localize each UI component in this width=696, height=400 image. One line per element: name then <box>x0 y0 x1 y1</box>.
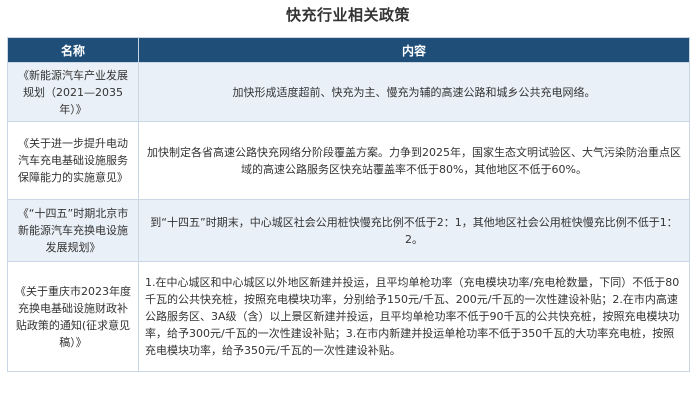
column-header-name: 名称 <box>7 37 139 63</box>
policy-table: 名称 内容 《新能源汽车产业发展规划（2021—2035年）》 加快形成适度超前… <box>7 37 690 372</box>
policy-content: 加快制定各省高速公路快充网络分阶段覆盖方案。力争到2025年，国家生态文明试验区… <box>138 121 690 200</box>
table-row: 《“十四五”时期北京市新能源汽车充换电设施发展规划》 到“十四五”时期末，中心城… <box>7 199 690 262</box>
policy-name: 《关于重庆市2023年度充换电基础设施财政补贴政策的通知(征求意见稿）》 <box>7 261 139 372</box>
policy-content: 加快形成适度超前、快充为主、慢充为辅的高速公路和城乡公共充电网络。 <box>138 62 690 122</box>
policy-content: 1.在中心城区和中心城区以外地区新建并投运，且平均单枪功率（充电模块功率/充电枪… <box>138 261 690 372</box>
policy-name: 《关于进一步提升电动汽车充电基础设施服务保障能力的实施意见》 <box>7 121 139 200</box>
table-row: 《关于重庆市2023年度充换电基础设施财政补贴政策的通知(征求意见稿）》 1.在… <box>7 261 690 372</box>
policy-content: 到“十四五”时期末，中心城区社会公用桩快慢充比例不低于2：1，其他地区社会公用桩… <box>138 199 690 262</box>
policy-name: 《“十四五”时期北京市新能源汽车充换电设施发展规划》 <box>7 199 139 262</box>
page-title: 快充行业相关政策 <box>285 6 410 24</box>
column-header-content: 内容 <box>138 37 690 63</box>
table-row: 《新能源汽车产业发展规划（2021—2035年）》 加快形成适度超前、快充为主、… <box>7 62 690 122</box>
policy-name: 《新能源汽车产业发展规划（2021—2035年）》 <box>7 62 139 122</box>
table-header-row: 名称 内容 <box>7 37 690 63</box>
table-row: 《关于进一步提升电动汽车充电基础设施服务保障能力的实施意见》 加快制定各省高速公… <box>7 121 690 200</box>
